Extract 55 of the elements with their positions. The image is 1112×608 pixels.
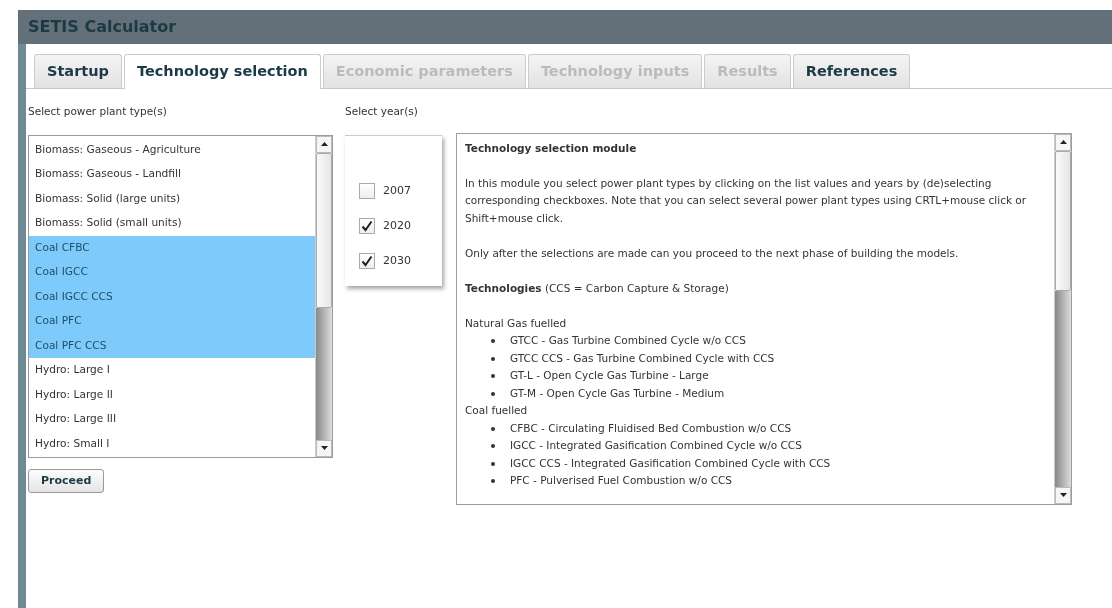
- bullet-icon: [491, 479, 495, 483]
- list-item[interactable]: Coal PFC CCS: [29, 333, 315, 358]
- info-paragraph: In this module you select power plant types by clicking on the list values and years by (de)selecting corresponding checkboxes. Note that you can select several power plant types using CRTL+mouse click or Shift+mouse click.: [465, 175, 1028, 226]
- checkbox[interactable]: [359, 218, 375, 234]
- info-heading: Technology selection module: [465, 140, 638, 156]
- list-text: PFC - Pulverised Fuel Combustion w/o CCS: [510, 473, 732, 489]
- bullet-icon: [491, 461, 495, 466]
- scroll-down-icon[interactable]: [1059, 493, 1067, 498]
- bullet-icon: [491, 374, 495, 378]
- list-label: Select power plant type(s): [28, 103, 168, 119]
- checkbox[interactable]: [359, 253, 375, 269]
- proceed-button[interactable]: Proceed: [28, 468, 105, 493]
- scroll-up-icon[interactable]: [1059, 140, 1067, 145]
- scrollbar[interactable]: [1054, 133, 1071, 504]
- list-text: IGCC - Integrated Gasification Combined Cycle w/o CCS: [510, 438, 802, 454]
- tab[interactable]: Startup: [34, 54, 122, 88]
- group-heading: Coal fuelled: [465, 403, 529, 419]
- scroll-up-icon[interactable]: [320, 142, 328, 146]
- list-item[interactable]: Biomass: Solid (large units): [29, 186, 315, 211]
- list-text: GT-L - Open Cycle Gas Turbine - Large: [510, 368, 709, 384]
- bullet-icon: [491, 444, 495, 448]
- list-item[interactable]: Biomass: Solid (small units): [29, 211, 315, 236]
- info-paragraph: Only after the selections are made can you proceed to the next phase of building the models.: [465, 245, 960, 261]
- tab[interactable]: Technology selection: [123, 54, 321, 89]
- list-text: GTCC - Gas Turbine Combined Cycle w/o CCS: [510, 333, 746, 349]
- list-item[interactable]: Coal CFBC: [29, 235, 315, 260]
- list-item[interactable]: Biomass: Gaseous - Agriculture: [29, 137, 315, 162]
- tab[interactable]: References: [792, 54, 911, 88]
- bullet-icon: [491, 426, 495, 431]
- scrollbar[interactable]: [315, 135, 332, 457]
- scroll-down-icon[interactable]: [320, 446, 328, 450]
- list-text: GTCC CCS - Gas Turbine Combined Cycle with CCS: [510, 350, 775, 366]
- year-label: 2020: [383, 217, 411, 234]
- info-paragraph: Technologies (CCS = Carbon Capture & Storage): [465, 280, 730, 296]
- year-label: 2030: [383, 252, 411, 269]
- group-heading: Natural Gas fuelled: [465, 315, 568, 331]
- list-item[interactable]: Coal IGCC CCS: [29, 284, 315, 309]
- list-item[interactable]: Coal IGCC: [29, 260, 315, 285]
- bullet-icon: [491, 391, 495, 396]
- list-item[interactable]: Biomass: Gaseous - Landfill: [29, 162, 315, 187]
- list-item[interactable]: Coal PFC: [29, 309, 315, 334]
- plant-type-list[interactable]: [28, 134, 333, 458]
- list-text: IGCC CCS - Integrated Gasification Combined Cycle with CCS: [510, 455, 831, 471]
- app-title: SETIS Calculator: [28, 16, 177, 38]
- list-item[interactable]: Hydro: Large I: [29, 358, 315, 383]
- list-text: GT-M - Open Cycle Gas Turbine - Medium: [510, 385, 725, 401]
- list-text: CFBC - Circulating Fluidised Bed Combustion w/o CCS: [510, 420, 792, 436]
- checkbox[interactable]: [359, 183, 375, 199]
- list-item[interactable]: Hydro: Large III: [29, 407, 315, 432]
- bullet-icon: [491, 356, 495, 361]
- list-item[interactable]: Hydro: Small I: [29, 431, 315, 456]
- year-label: Select year(s): [345, 103, 419, 119]
- bullet-icon: [491, 339, 495, 343]
- year-label: 2007: [383, 182, 411, 199]
- list-item[interactable]: Hydro: Large II: [29, 382, 315, 407]
